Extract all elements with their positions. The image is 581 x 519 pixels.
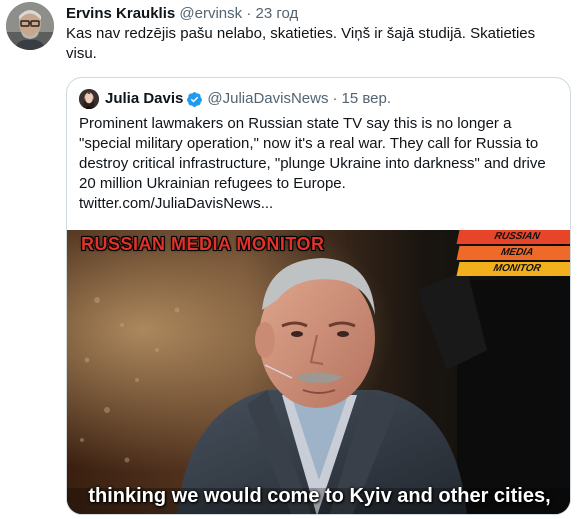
verified-badge-icon xyxy=(186,91,203,108)
quoted-tweet-text: Prominent lawmakers on Russian state TV … xyxy=(79,115,546,192)
media-banner-line-3: MONITOR xyxy=(456,262,570,276)
tweet-text: Kas nav redzējis pašu nelabo, skatieties… xyxy=(66,25,536,62)
quoted-tweet-text-block: Prominent lawmakers on Russian state TV … xyxy=(79,114,563,214)
tweet-header: Ervins Krauklis @ervinsk · 23 год xyxy=(66,4,298,24)
video-thumbnail[interactable]: RUSSIAN MEDIA MONITOR RUSSIAN MEDIA MONI… xyxy=(67,230,570,514)
quoted-author-name: Julia Davis xyxy=(105,90,184,107)
tweet-timestamp[interactable]: 23 год xyxy=(255,5,298,22)
author-handle[interactable]: @ervinsk xyxy=(179,5,242,22)
quoted-tweet-timestamp: 15 вер. xyxy=(341,90,391,107)
quoted-author-avatar xyxy=(79,89,99,109)
quoted-separator: · xyxy=(332,90,338,107)
quoted-tweet-link[interactable]: twitter.com/JuliaDavisNews... xyxy=(79,195,273,212)
media-overlay-title: RUSSIAN MEDIA MONITOR xyxy=(81,234,325,254)
author-avatar[interactable] xyxy=(6,2,54,50)
quoted-tweet-header: Julia Davis @JuliaDavisNews · 15 вер. xyxy=(79,88,391,110)
separator: · xyxy=(246,5,252,22)
tweet[interactable]: Ervins Krauklis @ervinsk · 23 год Kas na… xyxy=(0,0,581,519)
video-caption: thinking we would come to Kyiv and other… xyxy=(88,485,551,507)
media-banner-line-2: MEDIA xyxy=(456,246,570,260)
quoted-author-handle: @JuliaDavisNews xyxy=(207,90,329,107)
media-banner-line-1: RUSSIAN xyxy=(456,230,570,244)
author-name[interactable]: Ervins Krauklis xyxy=(66,5,175,22)
quoted-tweet[interactable]: Julia Davis @JuliaDavisNews · 15 вер. Pr… xyxy=(66,77,571,515)
